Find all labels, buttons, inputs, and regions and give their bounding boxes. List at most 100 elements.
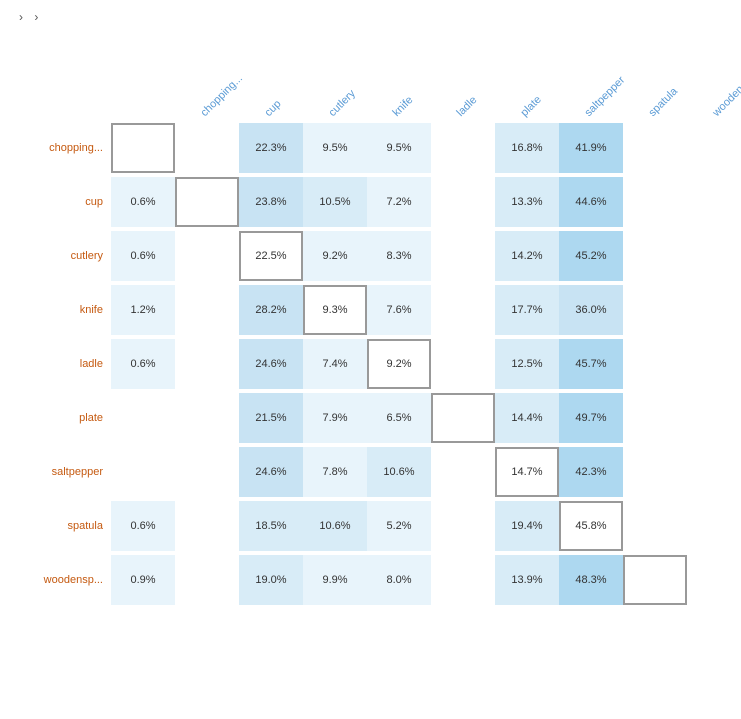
cell-r6-c1 bbox=[175, 447, 239, 497]
cell-r3-c0: 1.2% bbox=[111, 285, 175, 335]
cell-r8-c0: 0.9% bbox=[111, 555, 175, 605]
cell-r0-c3: 9.5% bbox=[303, 123, 367, 173]
cell-r2-c2: 22.5% bbox=[239, 231, 303, 281]
cell-r4-c5 bbox=[431, 339, 495, 389]
cell-r8-c5 bbox=[431, 555, 495, 605]
cell-r4-c2: 24.6% bbox=[239, 339, 303, 389]
cell-r0-c1 bbox=[175, 123, 239, 173]
cell-r7-c1 bbox=[175, 501, 239, 551]
cell-r6-c7: 42.3% bbox=[559, 447, 623, 497]
matrix-row-chopping...: chopping...22.3%9.5%9.5%16.8%41.9% bbox=[31, 121, 741, 175]
cell-r1-c5 bbox=[431, 177, 495, 227]
cell-r6-c0 bbox=[111, 447, 175, 497]
cell-r3-c2: 28.2% bbox=[239, 285, 303, 335]
matrix-row-knife: knife1.2% 28.2%9.3%7.6% 17.7%36.0% bbox=[31, 283, 741, 337]
col-header-saltpepper: saltpepper bbox=[575, 39, 639, 119]
cell-r5-c0 bbox=[111, 393, 175, 443]
cell-r5-c8 bbox=[623, 393, 687, 443]
cell-r2-c6: 14.2% bbox=[495, 231, 559, 281]
row-label-spatula: spatula bbox=[31, 520, 111, 532]
cell-r0-c0 bbox=[111, 123, 175, 173]
cell-r1-c3: 10.5% bbox=[303, 177, 367, 227]
cell-r5-c5 bbox=[431, 393, 495, 443]
cell-r3-c1 bbox=[175, 285, 239, 335]
matrix-row-saltpepper: saltpepper 24.6%7.8%10.6% 14.7%42.3% bbox=[31, 445, 741, 499]
cell-r0-c5 bbox=[431, 123, 495, 173]
col-header-cup: cup bbox=[255, 39, 319, 119]
cell-r7-c0: 0.6% bbox=[111, 501, 175, 551]
cell-r1-c8 bbox=[623, 177, 687, 227]
cell-r7-c6: 19.4% bbox=[495, 501, 559, 551]
cell-r3-c8 bbox=[623, 285, 687, 335]
cell-r7-c7: 45.8% bbox=[559, 501, 623, 551]
cell-r8-c4: 8.0% bbox=[367, 555, 431, 605]
cell-r3-c5 bbox=[431, 285, 495, 335]
matrix-row-spatula: spatula0.6% 18.5%10.6%5.2% 19.4%45.8% bbox=[31, 499, 741, 553]
matrix-row-cup: cup0.6% 23.8%10.5%7.2% 13.3%44.6% bbox=[31, 175, 741, 229]
breadcrumb-sep2: › bbox=[34, 10, 38, 24]
cell-r5-c1 bbox=[175, 393, 239, 443]
row-label-chopping...: chopping... bbox=[31, 142, 111, 154]
cell-r7-c2: 18.5% bbox=[239, 501, 303, 551]
matrix-body: chopping...22.3%9.5%9.5%16.8%41.9%cup0.6… bbox=[31, 121, 741, 607]
cell-r8-c2: 19.0% bbox=[239, 555, 303, 605]
cell-r5-c2: 21.5% bbox=[239, 393, 303, 443]
cell-r1-c6: 13.3% bbox=[495, 177, 559, 227]
row-label-ladle: ladle bbox=[31, 358, 111, 370]
col-header-plate: plate bbox=[511, 39, 575, 119]
cell-r4-c1 bbox=[175, 339, 239, 389]
cell-r1-c0: 0.6% bbox=[111, 177, 175, 227]
cell-r6-c4: 10.6% bbox=[367, 447, 431, 497]
cell-r1-c2: 23.8% bbox=[239, 177, 303, 227]
cell-r5-c7: 49.7% bbox=[559, 393, 623, 443]
cell-r0-c2: 22.3% bbox=[239, 123, 303, 173]
col-header-knife: knife bbox=[383, 39, 447, 119]
cell-r0-c8 bbox=[623, 123, 687, 173]
cell-r3-c3: 9.3% bbox=[303, 285, 367, 335]
cell-r3-c4: 7.6% bbox=[367, 285, 431, 335]
cell-r1-c4: 7.2% bbox=[367, 177, 431, 227]
cell-r2-c1 bbox=[175, 231, 239, 281]
cell-r3-c6: 17.7% bbox=[495, 285, 559, 335]
cell-r2-c4: 8.3% bbox=[367, 231, 431, 281]
cell-r6-c6: 14.7% bbox=[495, 447, 559, 497]
cell-r4-c4: 9.2% bbox=[367, 339, 431, 389]
matrix-wrapper: chopping...cupcutleryknifeladleplatesalt… bbox=[31, 39, 741, 607]
cell-r4-c0: 0.6% bbox=[111, 339, 175, 389]
cell-r6-c8 bbox=[623, 447, 687, 497]
cell-r7-c4: 5.2% bbox=[367, 501, 431, 551]
cell-r1-c7: 44.6% bbox=[559, 177, 623, 227]
cell-r7-c5 bbox=[431, 501, 495, 551]
cell-r0-c6: 16.8% bbox=[495, 123, 559, 173]
cell-r7-c3: 10.6% bbox=[303, 501, 367, 551]
col-header-ladle: ladle bbox=[447, 39, 511, 119]
col-header-chopping...: chopping... bbox=[191, 39, 255, 119]
row-label-plate: plate bbox=[31, 412, 111, 424]
matrix-row-plate: plate 21.5%7.9%6.5% 14.4%49.7% bbox=[31, 391, 741, 445]
matrix-row-cutlery: cutlery0.6%22.5%9.2%8.3%14.2%45.2% bbox=[31, 229, 741, 283]
cell-r2-c5 bbox=[431, 231, 495, 281]
matrix-row-woodensp...: woodensp...0.9%19.0%9.9%8.0%13.9%48.3% bbox=[31, 553, 741, 607]
cell-r2-c3: 9.2% bbox=[303, 231, 367, 281]
row-label-knife: knife bbox=[31, 304, 111, 316]
breadcrumb-sep1: › bbox=[19, 10, 23, 24]
cell-r1-c1 bbox=[175, 177, 239, 227]
row-label-saltpepper: saltpepper bbox=[31, 466, 111, 478]
cell-r6-c3: 7.8% bbox=[303, 447, 367, 497]
cell-r0-c7: 41.9% bbox=[559, 123, 623, 173]
cell-r5-c6: 14.4% bbox=[495, 393, 559, 443]
cell-r2-c8 bbox=[623, 231, 687, 281]
cell-r8-c3: 9.9% bbox=[303, 555, 367, 605]
cell-r7-c8 bbox=[623, 501, 687, 551]
cell-r4-c3: 7.4% bbox=[303, 339, 367, 389]
col-header-spatula: spatula bbox=[639, 39, 703, 119]
cell-r5-c3: 7.9% bbox=[303, 393, 367, 443]
cell-r8-c1 bbox=[175, 555, 239, 605]
cell-r3-c7: 36.0% bbox=[559, 285, 623, 335]
row-label-cup: cup bbox=[31, 196, 111, 208]
col-header-cutlery: cutlery bbox=[319, 39, 383, 119]
col-header-woodensp...: woodensp... bbox=[703, 39, 741, 119]
cell-r4-c6: 12.5% bbox=[495, 339, 559, 389]
cell-r5-c4: 6.5% bbox=[367, 393, 431, 443]
cell-r6-c2: 24.6% bbox=[239, 447, 303, 497]
